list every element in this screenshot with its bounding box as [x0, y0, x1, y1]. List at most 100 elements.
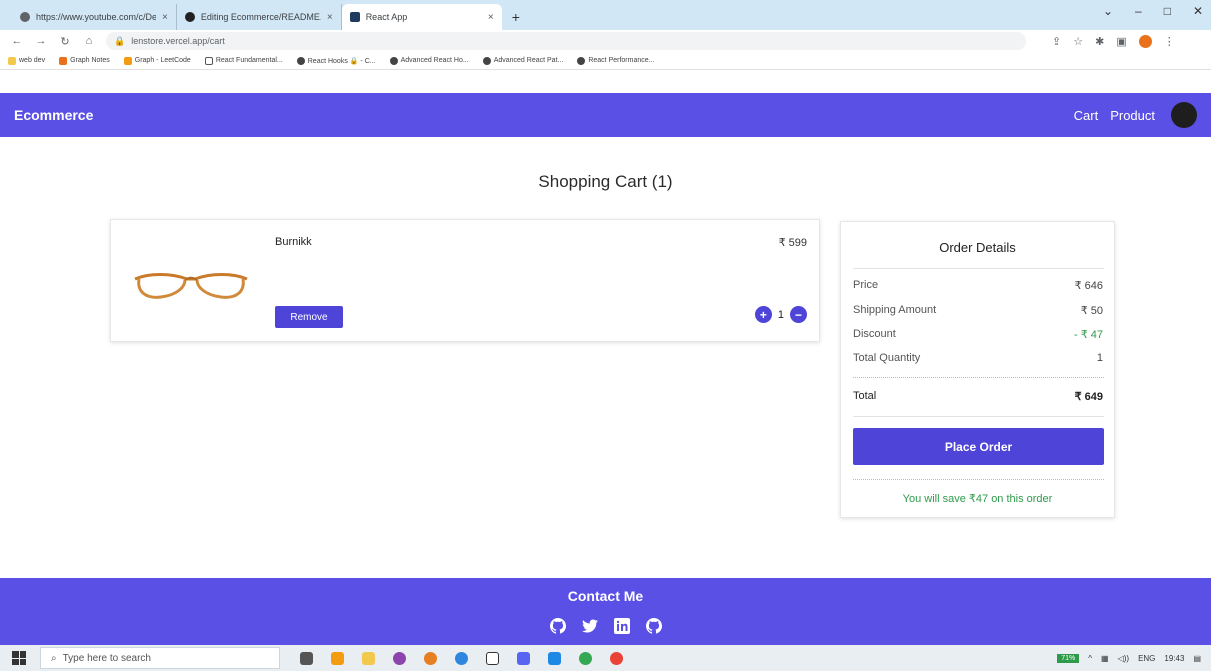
footer-title: Contact Me: [567, 588, 644, 604]
twitter-icon[interactable]: [581, 618, 598, 634]
windows-start-icon[interactable]: [12, 651, 26, 665]
github-icon[interactable]: [645, 618, 662, 634]
row-value: 1: [1096, 352, 1103, 364]
bookmark-label: Advanced React Ho...: [400, 57, 469, 64]
row-label: Total Quantity: [853, 352, 921, 364]
bookmark-item[interactable]: Advanced React Pat...: [482, 56, 563, 65]
reload-icon[interactable]: ↻: [58, 35, 72, 48]
plus-icon[interactable]: +: [754, 306, 772, 323]
share-icon[interactable]: ⇪: [1052, 35, 1061, 48]
notion-icon[interactable]: [486, 651, 499, 665]
page-icon: [204, 56, 213, 65]
address-row: ← → ↻ ⌂ 🔒 lenstore.vercel.app/cart ⇪ ☆ ✱…: [0, 30, 1211, 52]
nav-links: Cart Product: [1074, 102, 1197, 128]
footer: Contact Me: [0, 578, 1211, 645]
bookmark-item[interactable]: React Performance...: [577, 56, 655, 65]
taskbar-apps: [300, 651, 623, 665]
order-row-discount: Discount - ₹ 47: [853, 328, 1103, 341]
bookmark-label: Graph Notes: [70, 57, 110, 64]
chrome-icon[interactable]: [610, 651, 623, 665]
social-links: [0, 618, 1211, 634]
nav-link-cart[interactable]: Cart: [1074, 108, 1099, 123]
app-icon[interactable]: [424, 651, 437, 665]
sidepanel-icon[interactable]: ▣: [1116, 35, 1126, 48]
bookmark-label: Graph - LeetCode: [134, 57, 191, 64]
clock[interactable]: 19:43: [1164, 654, 1184, 663]
browser-tab-youtube[interactable]: https://www.youtube.com/c/Dev ×: [12, 4, 177, 30]
toolbar-icons: ⇪ ☆ ✱ ▣ ⋮: [1052, 34, 1175, 48]
bookmark-icon: [389, 56, 398, 65]
language-indicator[interactable]: ENG: [1138, 654, 1155, 663]
row-value: ₹ 646: [1074, 280, 1103, 292]
window-controls: ⌄ – □ ✕: [1103, 4, 1203, 18]
close-icon[interactable]: ×: [162, 12, 168, 23]
forward-icon[interactable]: →: [34, 35, 48, 47]
bookmark-label: React Performance...: [588, 57, 655, 64]
row-value: ₹ 649: [1074, 391, 1103, 403]
remove-button[interactable]: Remove: [275, 306, 343, 328]
notifications-icon[interactable]: ▤: [1193, 654, 1201, 663]
bookmark-item[interactable]: web dev: [8, 56, 46, 65]
chevron-up-icon[interactable]: ^: [1088, 654, 1092, 663]
browser-tab-github[interactable]: Editing Ecommerce/README.md ×: [177, 4, 342, 30]
bookmark-label: React Hooks 🔒 - C...: [307, 57, 376, 65]
nav-link-product[interactable]: Product: [1110, 108, 1155, 123]
battery-indicator[interactable]: 71%: [1057, 653, 1080, 663]
product-name: Burnikk: [275, 236, 312, 248]
github-icon: [184, 12, 195, 22]
close-icon[interactable]: ×: [488, 12, 494, 23]
profile-avatar[interactable]: [1138, 34, 1152, 48]
search-placeholder: Type here to search: [62, 652, 151, 664]
order-details-title: Order Details: [939, 240, 1016, 255]
taskbar-search-input[interactable]: ⌕ Type here to search: [40, 647, 280, 669]
new-tab-button[interactable]: +: [502, 4, 530, 30]
address-bar[interactable]: 🔒 lenstore.vercel.app/cart: [106, 32, 1026, 50]
back-icon[interactable]: ←: [10, 35, 24, 47]
row-label: Discount: [853, 328, 896, 340]
user-avatar[interactable]: [1171, 102, 1197, 128]
bookmark-item[interactable]: React Fundamental...: [204, 56, 283, 65]
bookmark-item[interactable]: Graph Notes: [59, 56, 110, 65]
linkedin-icon[interactable]: [613, 618, 630, 634]
volume-icon[interactable]: ◁)): [1118, 654, 1129, 663]
order-row-shipping: Shipping Amount ₹ 50: [853, 304, 1103, 317]
vlc-icon[interactable]: [331, 651, 344, 665]
chrome-icon[interactable]: [579, 651, 592, 665]
home-icon[interactable]: ⌂: [82, 35, 96, 47]
bookmark-label: web dev: [19, 57, 46, 64]
order-row-total: Total ₹ 649: [853, 390, 1103, 403]
github-icon[interactable]: [549, 618, 566, 634]
menu-icon[interactable]: ⋮: [1164, 35, 1175, 48]
network-icon[interactable]: ▦: [1101, 654, 1109, 663]
extensions-icon[interactable]: ✱: [1095, 35, 1104, 48]
file-explorer-icon[interactable]: [362, 651, 375, 665]
bookmark-icon: [577, 56, 586, 65]
maximize-icon[interactable]: □: [1164, 4, 1171, 18]
bookmark-icon: [296, 56, 305, 65]
globe-icon: [20, 12, 30, 22]
close-window-icon[interactable]: ✕: [1193, 4, 1203, 18]
order-details-card: Order Details Price ₹ 646 Shipping Amoun…: [840, 221, 1115, 518]
vscode-icon[interactable]: [548, 651, 561, 665]
order-row-quantity: Total Quantity 1: [853, 352, 1103, 364]
tab-title: Editing Ecommerce/README.md: [200, 12, 321, 22]
minimize-icon[interactable]: –: [1135, 4, 1142, 18]
app-icon[interactable]: [455, 651, 468, 665]
product-image: [134, 273, 248, 299]
browser-tab-react-app[interactable]: React App ×: [341, 4, 502, 30]
minus-icon[interactable]: −: [790, 306, 807, 323]
bookmark-item[interactable]: Graph - LeetCode: [123, 56, 191, 65]
close-icon[interactable]: ×: [327, 12, 333, 23]
place-order-button[interactable]: Place Order: [853, 428, 1104, 465]
star-icon[interactable]: ☆: [1073, 35, 1083, 48]
divider: [853, 377, 1104, 378]
task-view-icon[interactable]: [300, 651, 313, 665]
bookmark-item[interactable]: Advanced React Ho...: [389, 56, 469, 65]
tab-title: React App: [365, 12, 408, 22]
bookmarks-bar: web dev Graph Notes Graph - LeetCode Rea…: [0, 52, 1211, 70]
tab-search-icon[interactable]: ⌄: [1103, 4, 1113, 18]
bookmark-item[interactable]: React Hooks 🔒 - C...: [296, 56, 376, 65]
app-icon[interactable]: [393, 651, 406, 665]
discord-icon[interactable]: [517, 651, 530, 665]
brand-logo[interactable]: Ecommerce: [14, 107, 93, 123]
